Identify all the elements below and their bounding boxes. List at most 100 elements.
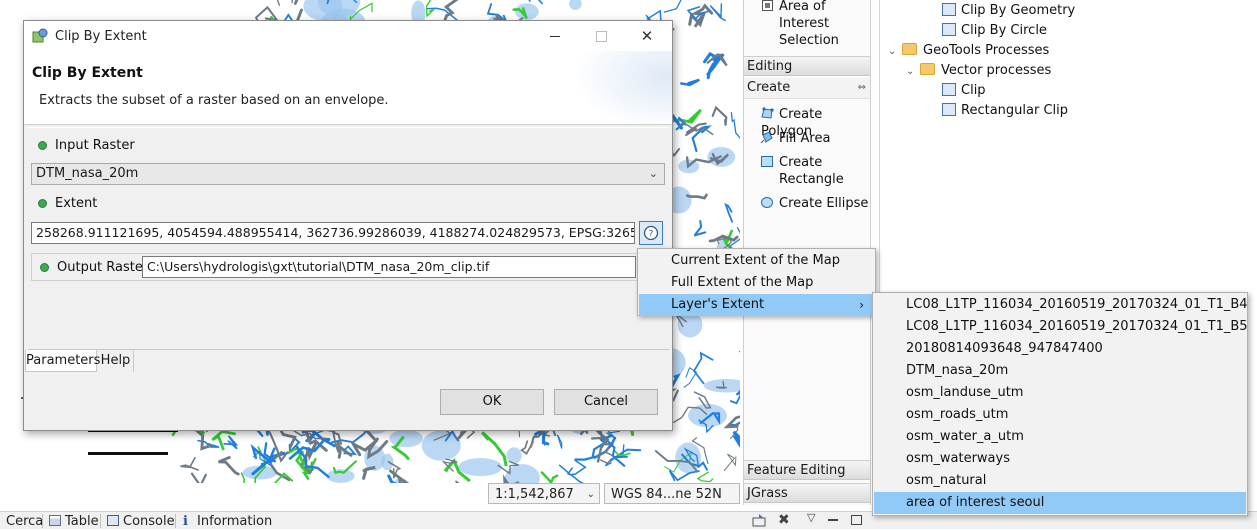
layer-item-selected[interactable]: area of interest seoul xyxy=(874,492,1246,514)
tab-table[interactable]: Table xyxy=(49,514,99,529)
layer-item[interactable]: LC08_L1TP_116034_20160519_20170324_01_T1… xyxy=(873,294,1248,316)
tab-label: Cerca xyxy=(6,514,44,529)
layer-item[interactable]: LC08_L1TP_116034_20160519_20170324_01_T1… xyxy=(873,316,1248,338)
layer-item[interactable]: osm_landuse_utm xyxy=(873,382,1247,404)
layer-item[interactable]: 20180814093648_947847400 xyxy=(873,338,1247,360)
aoi-label-line: Selection xyxy=(779,33,839,48)
tool-label: Fill Area xyxy=(779,131,831,146)
status-dot-icon xyxy=(40,263,49,272)
layer-label: LC08_L1TP_116034_20160519_20170324_01_T1… xyxy=(906,297,1248,312)
menu-item-label: Full Extent of the Map xyxy=(671,275,814,290)
minimize-view-icon[interactable] xyxy=(828,519,838,521)
tab-information[interactable]: i Information xyxy=(183,514,272,529)
layer-item[interactable]: osm_natural xyxy=(873,470,1247,492)
tab-label: Table xyxy=(65,514,99,529)
extent-menu-button[interactable]: ? xyxy=(639,221,663,245)
tree-item-geotools-processes[interactable]: ⌄ GeoTools Processes xyxy=(888,41,1049,62)
tree-item-label: Clip By Circle xyxy=(961,23,1047,38)
close-button[interactable]: ✕ xyxy=(624,21,670,51)
menu-item-full-extent[interactable]: Full Extent of the Map xyxy=(638,272,875,294)
layers-submenu: LC08_L1TP_116034_20160519_20170324_01_T1… xyxy=(872,292,1248,516)
input-raster-select[interactable]: DTM_nasa_20m ⌄ xyxy=(31,163,665,185)
minimize-button[interactable] xyxy=(532,21,578,51)
header-decoration xyxy=(572,51,672,124)
layer-label: LC08_L1TP_116034_20160519_20170324_01_T1… xyxy=(906,319,1248,334)
jgrass-label: JGrass xyxy=(747,486,788,501)
map-feature xyxy=(180,456,199,471)
table-icon xyxy=(49,515,61,526)
help-circle-icon: ? xyxy=(643,225,659,241)
expand-arrow-icon[interactable]: ⌄ xyxy=(906,62,916,82)
dialog-titlebar[interactable]: Clip By Extent ✕ xyxy=(24,21,672,51)
tab-label: Parameters xyxy=(26,353,101,368)
palette-drawer-create[interactable]: Create ⇔ xyxy=(744,78,870,98)
expand-arrow-icon[interactable]: ⌄ xyxy=(888,42,898,62)
aoi-selection-tool[interactable]: Area of Interest Selection xyxy=(779,0,839,49)
crs-indicator[interactable]: WGS 84...ne 52N xyxy=(604,483,740,504)
tree-item-clip-by-circle[interactable]: Clip By Circle xyxy=(942,21,1047,41)
tree-item-label: Rectangular Clip xyxy=(961,103,1068,118)
artifact xyxy=(21,397,23,399)
aoi-label-line: Area of xyxy=(779,0,826,14)
layer-item[interactable]: DTM_nasa_20m xyxy=(873,360,1247,382)
layer-item[interactable]: osm_roads_utm xyxy=(873,404,1247,426)
input-raster-label: Input Raster xyxy=(55,138,135,153)
aoi-icon xyxy=(762,0,773,11)
tool-label: Create xyxy=(779,155,823,170)
aoi-label-line: Interest xyxy=(779,16,830,31)
tab-separator xyxy=(42,514,43,528)
gear-process-icon xyxy=(32,28,48,43)
maximize-button[interactable] xyxy=(578,21,624,51)
palette-drawer-jgrass[interactable]: JGrass xyxy=(744,483,870,503)
extent-field[interactable]: 258268.911121695, 4054594.488955414, 362… xyxy=(31,222,635,244)
tree-item-clip[interactable]: Clip xyxy=(942,81,986,101)
map-feature xyxy=(190,472,207,483)
menu-item-current-extent[interactable]: Current Extent of the Map xyxy=(638,250,875,272)
layer-label: osm_roads_utm xyxy=(906,407,1009,422)
tab-label: Information xyxy=(197,514,273,529)
console-icon xyxy=(107,515,119,526)
tab-cerca[interactable]: Cerca xyxy=(6,514,43,529)
info-icon: i xyxy=(183,514,188,529)
palette-drawer-feature-editing[interactable]: Feature Editing xyxy=(744,460,870,480)
tab-label: Help xyxy=(100,353,131,368)
ok-button[interactable]: OK xyxy=(440,389,544,415)
tab-console[interactable]: Console xyxy=(107,514,175,529)
view-export-icon[interactable] xyxy=(752,513,768,527)
layer-label: osm_natural xyxy=(906,473,987,488)
layer-item[interactable]: osm_waterways xyxy=(873,448,1247,470)
status-dot-icon xyxy=(38,141,47,150)
clear-icon[interactable]: ✖ xyxy=(778,512,792,528)
layer-label: area of interest seoul xyxy=(906,495,1045,510)
extent-context-menu: Current Extent of the Map Full Extent of… xyxy=(637,248,876,316)
tree-item-rectangular-clip[interactable]: Rectangular Clip xyxy=(942,101,1068,121)
create-rectangle-tool[interactable]: Create Rectangle xyxy=(761,154,844,188)
menu-item-label: Current Extent of the Map xyxy=(671,253,840,268)
maximize-view-icon[interactable] xyxy=(851,515,862,525)
output-raster-field[interactable]: C:\Users\hydrologis\gxt\tutorial\DTM_nas… xyxy=(142,256,636,278)
rectangle-icon xyxy=(761,156,773,167)
drawer-pin-icon[interactable]: ⇔ xyxy=(858,78,866,98)
tree-item-vector-processes[interactable]: ⌄ Vector processes xyxy=(906,61,1051,82)
chevron-down-icon: ⌄ xyxy=(648,167,658,180)
tab-help[interactable]: Help xyxy=(98,350,134,372)
extent-label: Extent xyxy=(55,196,98,211)
menu-item-layers-extent[interactable]: Layer's Extent › xyxy=(639,294,874,316)
view-menu-icon[interactable]: ▽ xyxy=(807,511,821,526)
maximize-icon xyxy=(595,31,607,42)
menu-item-label: Layer's Extent xyxy=(671,297,765,312)
tab-separator xyxy=(175,514,176,528)
tree-item-clip-by-geometry[interactable]: Clip By Geometry xyxy=(942,1,1075,21)
scale-combo[interactable]: 1:1,542,867 ⌄ xyxy=(488,483,600,504)
tab-parameters[interactable]: Parameters xyxy=(25,350,101,372)
layer-item[interactable]: osm_water_a_utm xyxy=(873,426,1247,448)
tool-label: Create Ellipse xyxy=(779,196,869,211)
palette-drawer-editing[interactable]: Editing xyxy=(744,56,870,76)
map-feature xyxy=(218,456,240,476)
input-raster-value: DTM_nasa_20m xyxy=(36,166,139,181)
submenu-arrow-icon: › xyxy=(859,298,864,312)
cancel-button[interactable]: Cancel xyxy=(554,389,658,415)
fill-area-tool[interactable]: Fill Area xyxy=(760,130,831,147)
dialog-header: Clip By Extent Extracts the subset of a … xyxy=(24,51,672,125)
create-ellipse-tool[interactable]: Create Ellipse xyxy=(761,195,868,212)
